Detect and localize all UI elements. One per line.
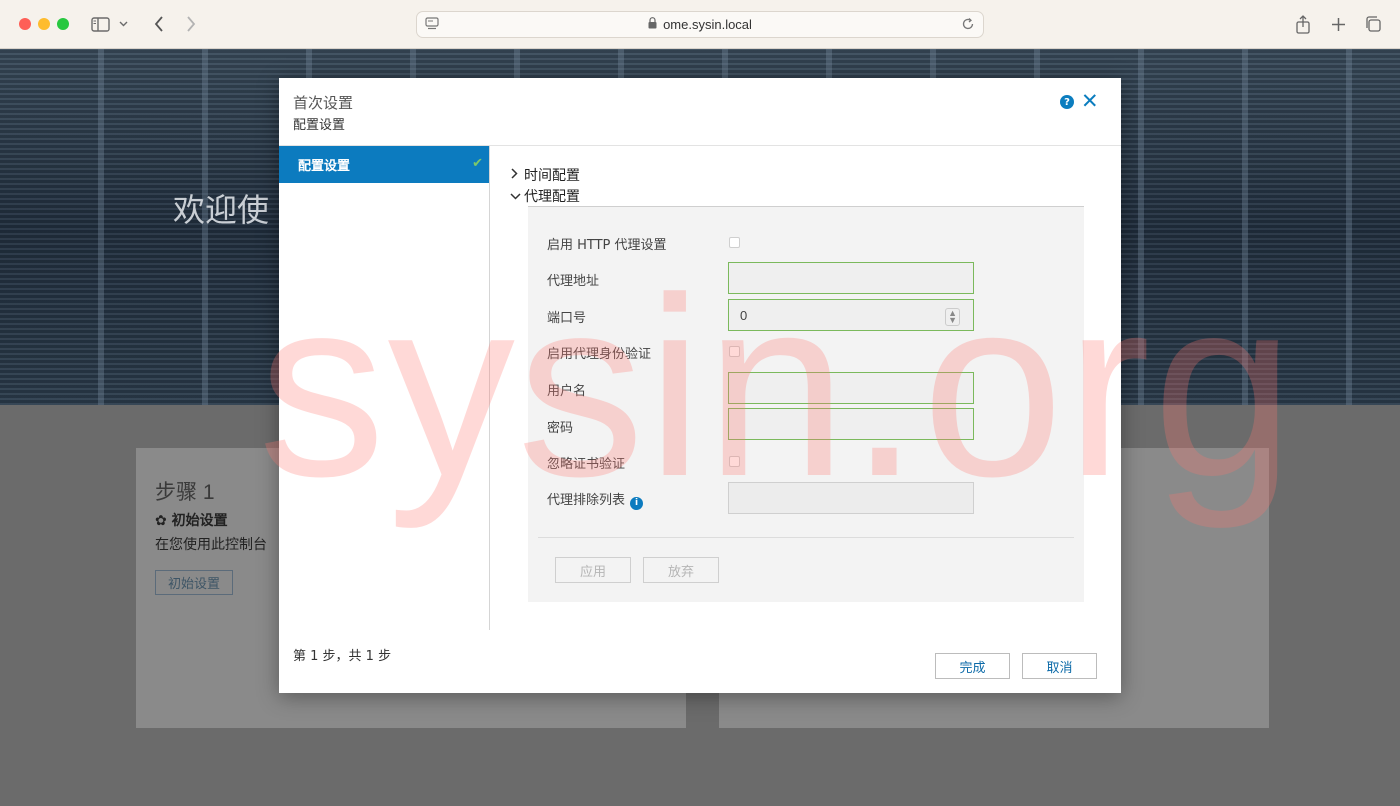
address-bar[interactable]: ome.sysin.local [416,11,984,38]
enable-proxy-auth-checkbox[interactable] [729,346,740,357]
proxy-exclusion-label: 代理排除列表 i [547,489,644,510]
stepper-arrows-icon[interactable]: ▲ ▼ [945,308,960,326]
panel-divider [538,537,1074,538]
chevron-right-icon [510,168,524,182]
first-time-setup-dialog: 首次设置 配置设置 ? ✕ 配置设置 ✔ 时间配置 代理配置 启用 HTTP 代… [279,78,1121,693]
section-proxy-config[interactable]: 代理配置 [510,186,580,206]
password-label: 密码 [547,421,574,436]
help-icon[interactable]: ? [1060,95,1074,109]
finish-button[interactable]: 完成 [935,653,1010,679]
page-menu-icon[interactable] [425,17,439,34]
username-label: 用户名 [547,384,587,399]
info-icon[interactable]: i [630,496,644,510]
hero-title: 欢迎使 [173,192,270,228]
proxy-address-input[interactable] [728,262,974,294]
close-icon[interactable]: ✕ [1081,91,1099,112]
port-value: 0 [740,307,748,323]
card-description: 在您使用此控制台 [155,537,267,553]
checkmark-icon: ✔ [472,156,483,171]
proxy-config-panel: 启用 HTTP 代理设置 代理地址 端口号 0 ▲ ▼ 启用代理身份验证 用户名 … [528,207,1084,602]
section-label: 代理配置 [524,189,580,205]
lock-icon [648,17,657,32]
sidebar-toggle-icon[interactable] [89,14,111,34]
apply-button[interactable]: 应用 [555,557,631,583]
section-time-config[interactable]: 时间配置 [510,165,580,185]
forward-icon[interactable] [180,14,202,34]
enable-http-proxy-label: 启用 HTTP 代理设置 [547,238,667,253]
card-subtitle: ✿ 初始设置 [155,510,228,530]
card-subtitle-text: 初始设置 [171,513,228,529]
chevron-down-icon[interactable] [116,14,130,34]
cancel-button[interactable]: 取消 [1022,653,1097,679]
back-icon[interactable] [148,14,170,34]
share-icon[interactable] [1292,14,1314,34]
url-text: ome.sysin.local [663,17,752,32]
proxy-address-label: 代理地址 [547,274,600,289]
wizard-sidebar: 配置设置 ✔ [279,146,490,630]
dialog-title: 首次设置 [293,94,354,112]
new-tab-icon[interactable] [1327,14,1349,34]
password-field[interactable] [728,408,974,440]
proxy-exclusion-input[interactable] [728,482,974,514]
enable-proxy-auth-label: 启用代理身份验证 [547,347,652,362]
close-window-button[interactable] [19,18,31,30]
tab-overview-icon[interactable] [1362,14,1384,34]
step-counter: 第 1 步，共 1 步 [293,649,392,664]
sidebar-item-config-settings[interactable]: 配置设置 ✔ [279,146,489,183]
enable-http-proxy-checkbox[interactable] [729,237,740,248]
card-step-title: 步骤 1 [155,481,215,504]
username-field[interactable] [728,372,974,404]
minimize-window-button[interactable] [38,18,50,30]
sidebar-item-label: 配置设置 [298,159,351,174]
gear-icon: ✿ [155,513,167,529]
port-label: 端口号 [547,311,587,326]
reload-icon[interactable] [961,17,975,34]
initial-setup-button[interactable]: 初始设置 [155,570,233,595]
port-stepper[interactable]: 0 ▲ ▼ [728,299,974,331]
discard-button[interactable]: 放弃 [643,557,719,583]
browser-toolbar: ome.sysin.local [0,0,1400,49]
proxy-exclusion-label-text: 代理排除列表 [547,493,626,508]
ignore-cert-label: 忽略证书验证 [547,457,626,472]
ignore-cert-checkbox[interactable] [729,456,740,467]
dialog-subtitle: 配置设置 [293,118,346,133]
zoom-window-button[interactable] [57,18,69,30]
section-label: 时间配置 [524,168,580,184]
chevron-down-icon [510,190,524,203]
